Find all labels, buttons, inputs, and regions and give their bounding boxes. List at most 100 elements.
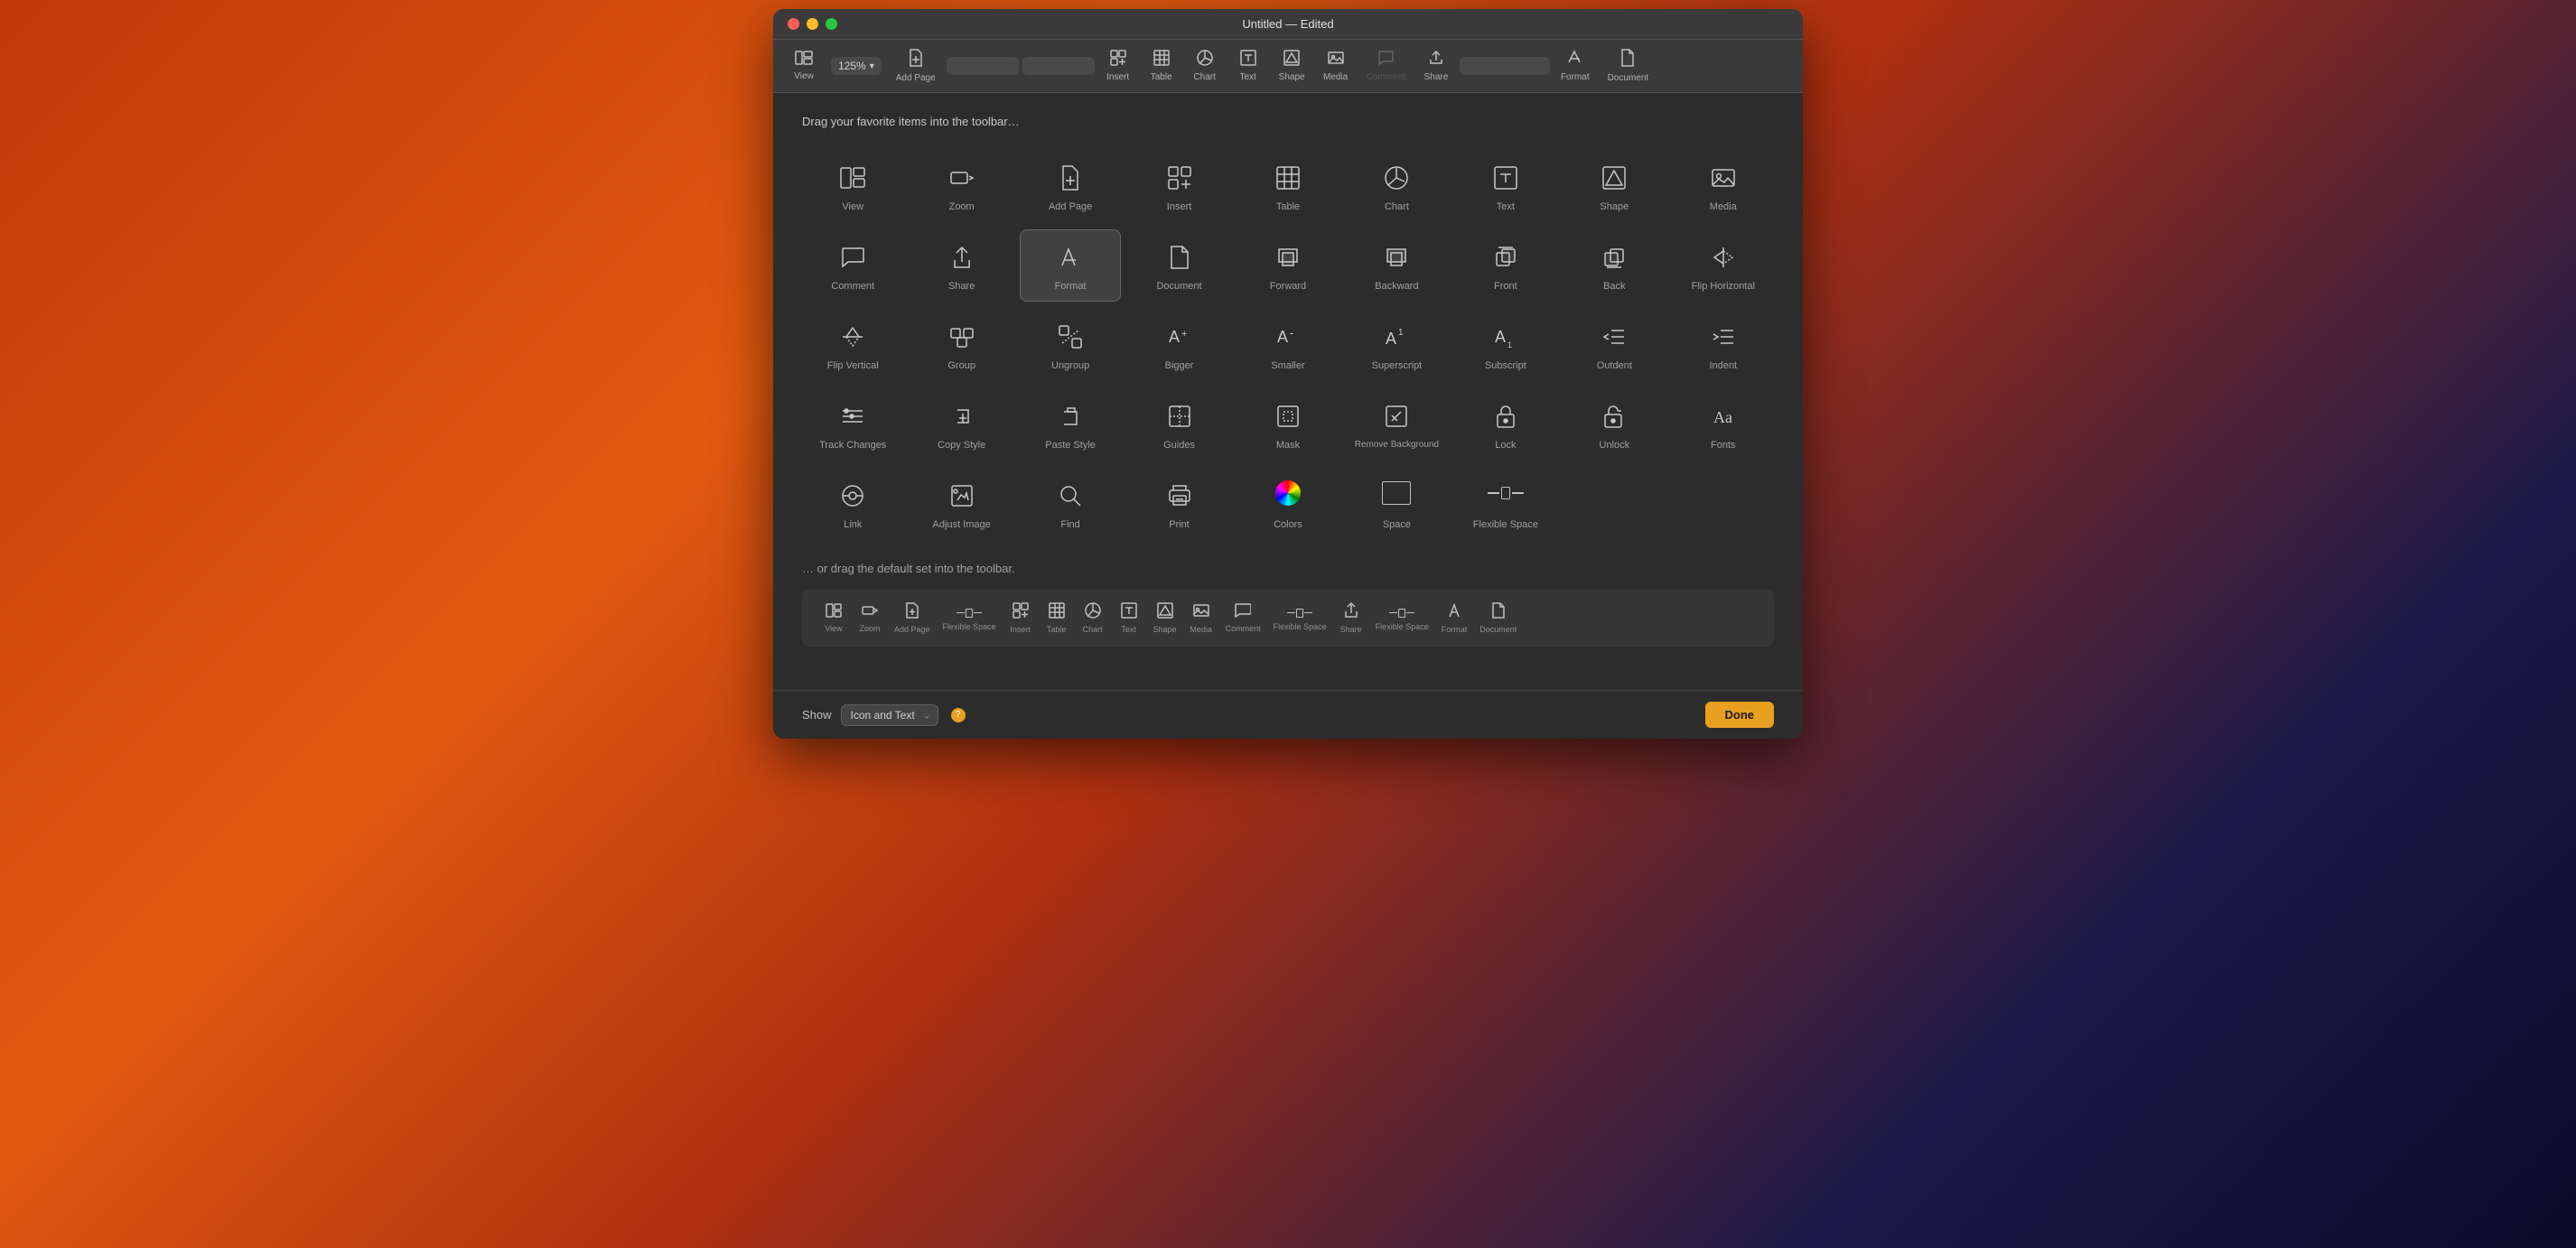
toolbar-format-input[interactable] (1460, 57, 1550, 75)
grid-item-flip-horizontal[interactable]: Flip Horizontal (1673, 229, 1774, 302)
toolbar-media[interactable]: Media (1316, 46, 1356, 86)
close-button[interactable] (788, 18, 799, 30)
add-page-icon (908, 49, 924, 71)
grid-chart-icon (1378, 160, 1414, 196)
grid-item-document[interactable]: Document (1128, 229, 1229, 302)
toolbar-view[interactable]: View (784, 47, 824, 85)
grid-unlock-icon (1596, 398, 1632, 434)
grid-item-zoom[interactable]: Zoom (910, 150, 1012, 222)
toolbar-search-left[interactable] (947, 57, 1019, 75)
toolbar-table[interactable]: Table (1142, 46, 1181, 86)
grid-front-label: Front (1494, 281, 1517, 292)
grid-item-fonts[interactable]: Aa Fonts (1673, 388, 1774, 461)
grid-item-view[interactable]: View (802, 150, 903, 222)
grid-item-superscript[interactable]: A 1 Superscript (1346, 309, 1447, 381)
grid-item-media[interactable]: Media (1673, 150, 1774, 222)
dt-flexible-space-1[interactable]: Flexible Space (938, 602, 1002, 635)
toolbar-document[interactable]: Document (1601, 45, 1657, 87)
grid-item-front[interactable]: Front (1455, 229, 1556, 302)
dt-insert[interactable]: Insert (1003, 599, 1038, 638)
grid-item-text[interactable]: Text (1455, 150, 1556, 222)
grid-item-adjust-image[interactable]: Adjust Image (910, 468, 1012, 540)
grid-item-subscript[interactable]: A 1 Subscript (1455, 309, 1556, 381)
dt-zoom[interactable]: Zoom (853, 600, 887, 637)
dt-table[interactable]: Table (1040, 599, 1074, 638)
dt-format[interactable]: Format (1436, 599, 1473, 638)
grid-item-table[interactable]: Table (1237, 150, 1339, 222)
grid-item-format[interactable]: Format (1020, 229, 1121, 302)
toolbar-search-right[interactable] (1022, 57, 1095, 75)
grid-mask-icon (1270, 398, 1306, 434)
dt-share[interactable]: Share (1334, 599, 1368, 638)
toolbar-shape[interactable]: Shape (1272, 46, 1312, 86)
grid-item-comment[interactable]: Comment (802, 229, 903, 302)
dt-add-page[interactable]: Add Page (889, 599, 936, 638)
toolbar-text[interactable]: Text (1228, 46, 1268, 86)
grid-item-copy-style[interactable]: Copy Style (910, 388, 1012, 461)
minimize-button[interactable] (807, 18, 818, 30)
grid-item-smaller[interactable]: A - Smaller (1237, 309, 1339, 381)
toolbar-chart[interactable]: Chart (1185, 46, 1225, 86)
grid-item-guides[interactable]: Guides (1128, 388, 1229, 461)
dt-document[interactable]: Document (1474, 599, 1522, 638)
show-select-info-icon[interactable]: ? (951, 708, 966, 722)
show-select[interactable]: Icon and Text Icon Only Text Only (841, 704, 938, 726)
toolbar-format-label: Format (1561, 72, 1590, 82)
grid-item-share[interactable]: Share (910, 229, 1012, 302)
grid-item-remove-background[interactable]: Remove Background (1346, 388, 1447, 461)
grid-comment-icon (835, 239, 871, 275)
grid-item-group[interactable]: Group (910, 309, 1012, 381)
grid-item-lock[interactable]: Lock (1455, 388, 1556, 461)
grid-item-track-changes[interactable]: Track Changes (802, 388, 903, 461)
maximize-button[interactable] (826, 18, 837, 30)
toolbar-comment-label: Comment (1367, 72, 1405, 82)
grid-item-ungroup[interactable]: Ungroup (1020, 309, 1121, 381)
shape-icon (1283, 50, 1300, 70)
grid-item-unlock[interactable]: Unlock (1563, 388, 1665, 461)
toolbar-media-label: Media (1323, 72, 1348, 82)
toolbar-insert[interactable]: Insert (1098, 46, 1138, 86)
svg-text:Aa: Aa (1713, 408, 1732, 426)
dt-media[interactable]: Media (1184, 599, 1218, 638)
grid-item-bigger[interactable]: A + Bigger (1128, 309, 1229, 381)
grid-item-add-page[interactable]: Add Page (1020, 150, 1121, 222)
grid-add-page-icon (1052, 160, 1088, 196)
toolbar-comment[interactable]: Comment (1359, 46, 1413, 86)
grid-item-back[interactable]: Back (1563, 229, 1665, 302)
grid-item-colors[interactable]: Colors (1237, 468, 1339, 540)
grid-item-outdent[interactable]: Outdent (1563, 309, 1665, 381)
grid-item-space[interactable]: Space (1346, 468, 1447, 540)
toolbar-share[interactable]: Share (1416, 46, 1456, 86)
grid-item-indent[interactable]: Indent (1673, 309, 1774, 381)
grid-item-backward[interactable]: Backward (1346, 229, 1447, 302)
done-button[interactable]: Done (1705, 702, 1775, 728)
grid-item-flexible-space[interactable]: Flexible Space (1455, 468, 1556, 540)
dt-chart[interactable]: Chart (1076, 599, 1110, 638)
toolbar-format[interactable]: Format (1554, 46, 1597, 86)
dt-text[interactable]: Text (1112, 599, 1146, 638)
dt-comment[interactable]: Comment (1220, 600, 1266, 637)
grid-item-paste-style[interactable]: Paste Style (1020, 388, 1121, 461)
toolbar-zoom[interactable]: 125% ▾ (831, 57, 882, 75)
grid-item-chart[interactable]: Chart (1346, 150, 1447, 222)
grid-item-forward[interactable]: Forward (1237, 229, 1339, 302)
dt-flexible-space-3-label: Flexible Space (1376, 622, 1429, 631)
grid-item-link[interactable]: Link (802, 468, 903, 540)
grid-item-flip-vertical[interactable]: Flip Vertical (802, 309, 903, 381)
toolbar-add-page[interactable]: Add Page (889, 45, 943, 87)
window-title: Untitled — Edited (1242, 17, 1333, 31)
grid-item-insert[interactable]: Insert (1128, 150, 1229, 222)
grid-item-find[interactable]: Find (1020, 468, 1121, 540)
grid-item-mask[interactable]: Mask (1237, 388, 1339, 461)
dt-flexible-space-2[interactable]: Flexible Space (1268, 602, 1332, 635)
dt-shape[interactable]: Shape (1148, 599, 1182, 638)
grid-text-label: Text (1497, 201, 1515, 212)
toolbar-share-label: Share (1424, 72, 1449, 82)
grid-item-print[interactable]: Print (1128, 468, 1229, 540)
dt-flexible-space-3[interactable]: Flexible Space (1370, 602, 1434, 635)
svg-text:A: A (1495, 328, 1506, 346)
grid-item-shape[interactable]: Shape (1563, 150, 1665, 222)
dt-shape-icon (1157, 602, 1173, 623)
dt-view[interactable]: View (817, 600, 851, 637)
grid-zoom-icon (944, 160, 980, 196)
